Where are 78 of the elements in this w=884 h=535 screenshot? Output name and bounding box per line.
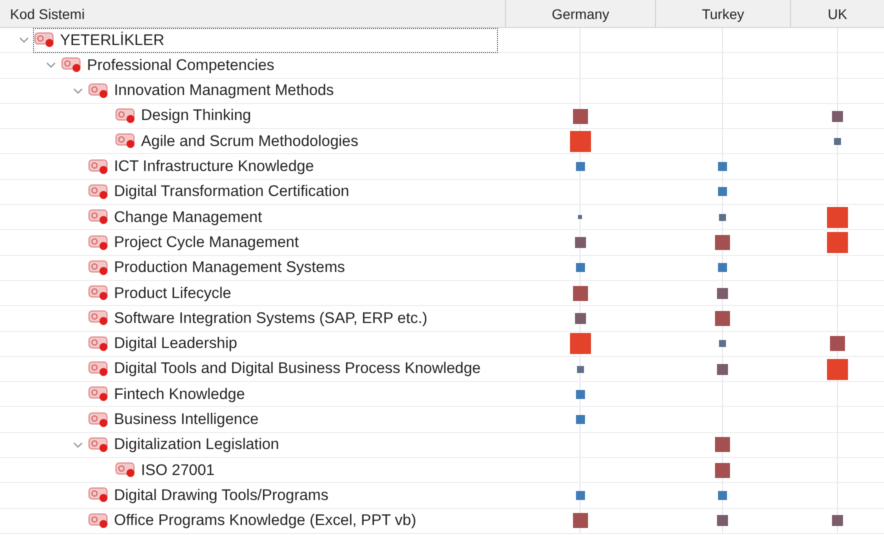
matrix-symbol[interactable]	[576, 366, 584, 372]
matrix-symbol[interactable]	[715, 310, 730, 326]
matrix-symbol[interactable]	[717, 288, 728, 299]
matrix-symbol[interactable]	[719, 214, 726, 221]
tree-item-label: Office Programs Knowledge (Excel, PPT vb)	[114, 511, 416, 532]
code-icon	[88, 184, 110, 200]
tree-item-label: YETERLİKLER	[60, 30, 164, 51]
matrix-symbol[interactable]	[578, 215, 582, 220]
tree-item-label: Business Intelligence	[114, 410, 259, 430]
matrix-symbol[interactable]	[715, 235, 730, 250]
code-icon	[88, 82, 110, 99]
matrix-symbol[interactable]	[717, 515, 728, 526]
code-icon	[88, 260, 110, 276]
matrix-symbol[interactable]	[718, 263, 727, 272]
matrix-symbol[interactable]	[718, 490, 727, 500]
code-icon	[88, 158, 110, 175]
code-icon	[88, 361, 110, 377]
code-icon	[34, 32, 56, 48]
tree-item-label: Digital Leadership	[114, 334, 238, 354]
matrix-symbol[interactable]	[576, 263, 584, 272]
tree-item-label: ISO 27001	[141, 460, 215, 481]
tree-item-label: Digital Drawing Tools/Programs	[114, 486, 328, 506]
column-header[interactable]: Turkey	[655, 0, 790, 28]
code-icon	[88, 386, 110, 402]
tree-item-label: Digitalization Legislation	[114, 435, 280, 456]
code-icon	[88, 487, 110, 504]
matrix-symbol[interactable]	[715, 437, 730, 452]
matrix-symbol[interactable]	[576, 490, 584, 500]
tree-item-label: ICT Infrastructure Knowledge	[114, 157, 314, 178]
matrix-symbol[interactable]	[832, 515, 843, 526]
matrix-symbol[interactable]	[827, 358, 848, 380]
code-icon	[88, 336, 110, 352]
tree-item-label: Digital Transformation Certification	[114, 182, 350, 202]
matrix-symbol[interactable]	[572, 108, 588, 124]
column-header[interactable]: Germany	[505, 0, 655, 28]
matrix-symbol[interactable]	[832, 110, 843, 122]
matrix-symbol[interactable]	[718, 187, 727, 196]
matrix-symbol[interactable]	[827, 232, 848, 254]
matrix-symbol[interactable]	[827, 206, 848, 228]
code-icon	[88, 436, 110, 453]
matrix-symbol[interactable]	[830, 336, 845, 352]
tree-item-label: Professional Competencies	[87, 56, 274, 76]
matrix-symbol[interactable]	[719, 340, 726, 348]
matrix-symbol[interactable]	[572, 513, 588, 528]
tree-item-label: Agile and Scrum Methodologies	[141, 132, 358, 152]
tree-item-label: Software Integration Systems (SAP, ERP etc.)	[114, 308, 428, 329]
matrix-symbol[interactable]	[574, 312, 586, 324]
matrix-symbol[interactable]	[715, 462, 730, 478]
matrix-symbol[interactable]	[718, 162, 727, 172]
matrix-symbol[interactable]	[570, 130, 590, 152]
tree-item-label: Fintech Knowledge	[114, 384, 245, 405]
matrix-symbol[interactable]	[576, 390, 584, 399]
code-icon	[61, 57, 83, 74]
column-header[interactable]: Kod Sistemi	[0, 0, 505, 28]
matrix-symbol[interactable]	[572, 286, 588, 301]
matrix-symbol[interactable]	[834, 138, 841, 145]
matrix-symbol[interactable]	[576, 162, 584, 172]
code-icon	[88, 234, 110, 251]
tree-item-label: Product Lifecycle	[114, 284, 232, 304]
tree-item-label: Digital Tools and Digital Business Process Knowledge	[114, 359, 481, 380]
code-icon	[88, 512, 110, 529]
matrix-symbol[interactable]	[574, 237, 586, 248]
matrix-symbol[interactable]	[576, 415, 584, 424]
code-icon	[115, 462, 137, 478]
code-icon	[88, 412, 110, 428]
tree-item-label: Project Cycle Management	[114, 232, 299, 253]
matrix-symbol[interactable]	[570, 333, 590, 354]
code-icon	[88, 209, 110, 226]
code-icon	[88, 310, 110, 326]
code-icon	[88, 285, 110, 302]
tree-item-label: Change Management	[114, 208, 262, 228]
tree-item-label: Production Management Systems	[114, 258, 345, 278]
matrix-symbol[interactable]	[717, 364, 728, 374]
tree-item-label: Innovation Managment Methods	[114, 81, 334, 102]
column-header[interactable]: UK	[790, 0, 884, 28]
code-icon	[115, 108, 137, 124]
tree-item-label: Design Thinking	[141, 106, 252, 126]
code-icon	[115, 133, 137, 150]
